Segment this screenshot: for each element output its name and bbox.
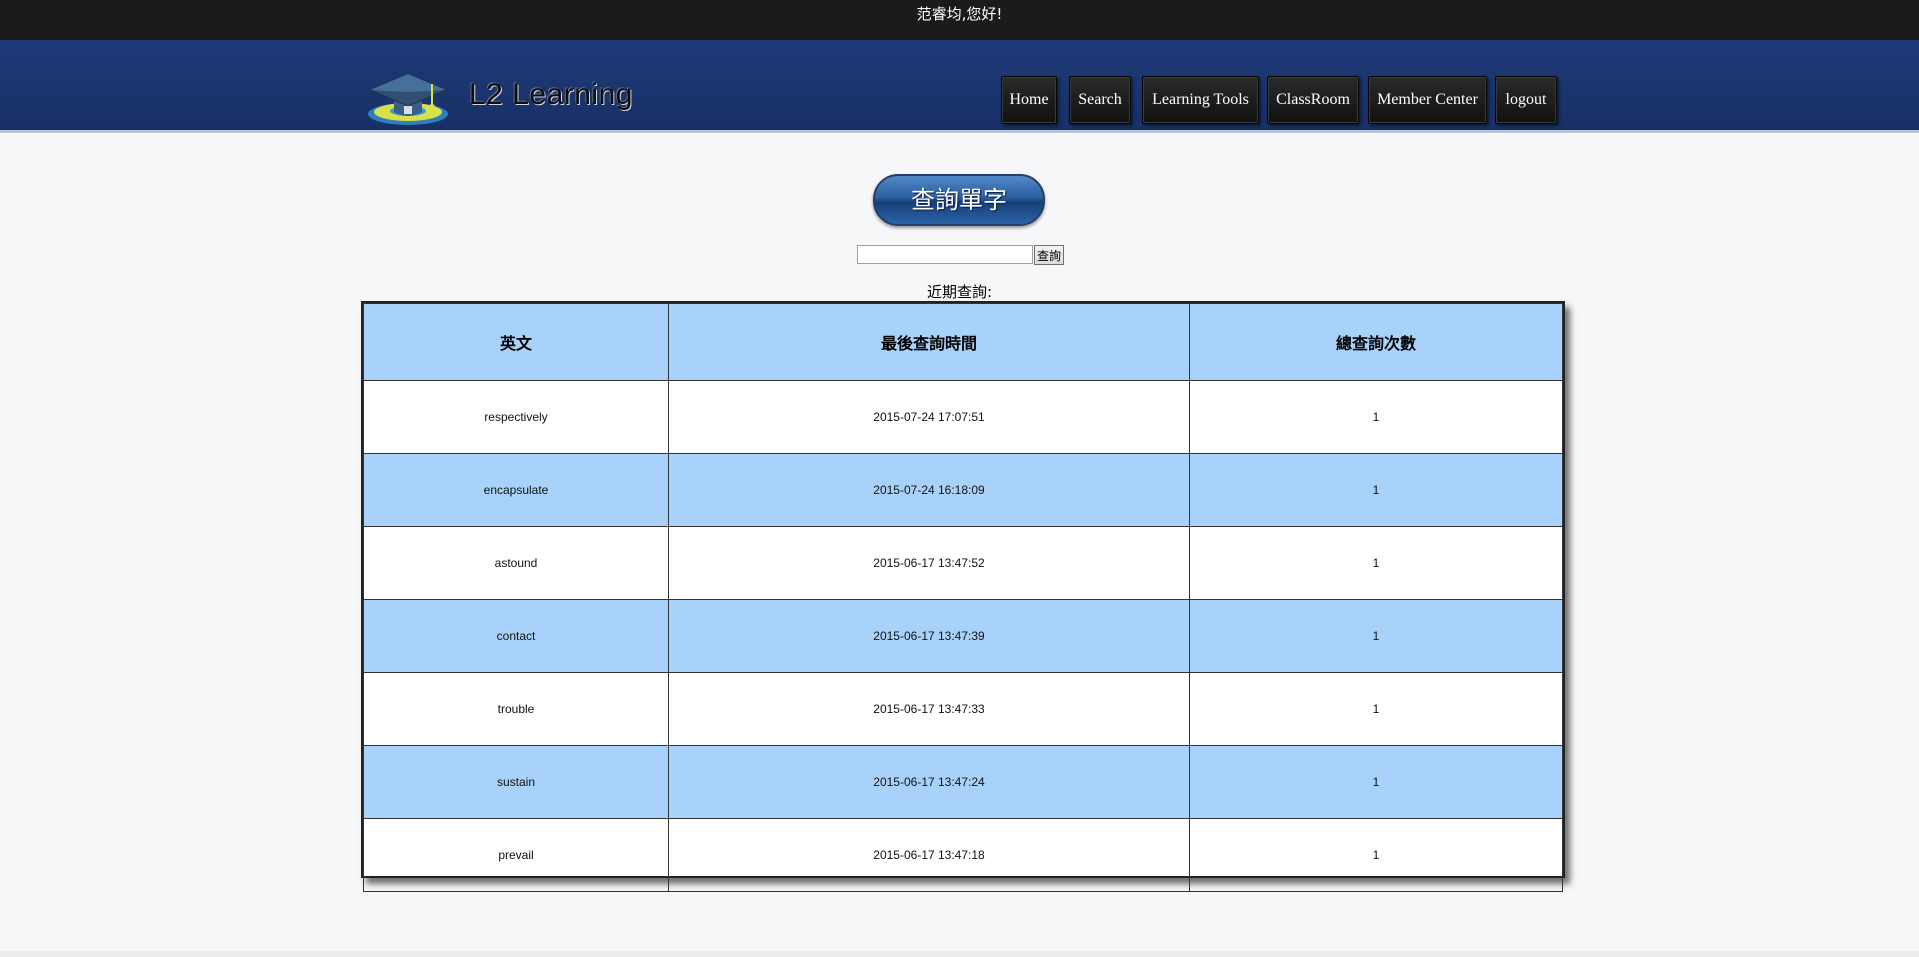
top-bar: 范睿均,您好!	[0, 0, 1919, 41]
nav-classroom[interactable]: ClassRoom	[1267, 76, 1359, 124]
cell-time: 2015-07-24 16:18:09	[668, 453, 1190, 527]
cell-english: respectively	[363, 380, 669, 454]
column-header-last-query-time: 最後查詢時間	[668, 303, 1190, 381]
nav-logout[interactable]: logout	[1495, 76, 1557, 124]
cell-time: 2015-06-17 13:47:33	[668, 672, 1190, 746]
cell-english: encapsulate	[363, 453, 669, 527]
cell-count: 1	[1189, 453, 1563, 527]
column-header-total-queries: 總查詢次數	[1189, 303, 1563, 381]
site-logo[interactable]: L2 Learning	[362, 62, 662, 128]
table-row: encapsulate 2015-07-24 16:18:09 1	[363, 453, 1563, 527]
nav-search[interactable]: Search	[1069, 76, 1131, 124]
cell-count: 1	[1189, 818, 1563, 892]
cell-time: 2015-06-17 13:47:24	[668, 745, 1190, 819]
word-search-input[interactable]	[857, 245, 1033, 264]
table-row: sustain 2015-06-17 13:47:24 1	[363, 745, 1563, 819]
cell-count: 1	[1189, 745, 1563, 819]
cell-english: astound	[363, 526, 669, 600]
cell-time: 2015-06-17 13:47:39	[668, 599, 1190, 673]
cell-time: 2015-06-17 13:47:18	[668, 818, 1190, 892]
cell-english: contact	[363, 599, 669, 673]
graduation-cap-icon	[368, 73, 448, 125]
site-header: L2 Learning Home Search Learning Tools C…	[0, 40, 1919, 133]
cell-count: 1	[1189, 526, 1563, 600]
table-row: respectively 2015-07-24 17:07:51 1	[363, 380, 1563, 454]
search-title-badge: 查詢單字	[873, 174, 1045, 226]
table-row: prevail 2015-06-17 13:47:18 1	[363, 818, 1563, 892]
search-submit-button[interactable]: 查詢	[1034, 245, 1064, 265]
table-row: trouble 2015-06-17 13:47:33 1	[363, 672, 1563, 746]
recent-queries-table: 英文 最後查詢時間 總查詢次數 respectively 2015-07-24 …	[361, 301, 1565, 892]
user-greeting: 范睿均,您好!	[916, 5, 1003, 23]
nav-learning-tools[interactable]: Learning Tools	[1142, 76, 1259, 124]
cell-time: 2015-07-24 17:07:51	[668, 380, 1190, 454]
cell-count: 1	[1189, 380, 1563, 454]
page-bottom-divider	[0, 951, 1919, 957]
table-row: astound 2015-06-17 13:47:52 1	[363, 526, 1563, 600]
cell-english: sustain	[363, 745, 669, 819]
cell-count: 1	[1189, 672, 1563, 746]
table-row: contact 2015-06-17 13:47:39 1	[363, 599, 1563, 673]
cell-time: 2015-06-17 13:47:52	[668, 526, 1190, 600]
column-header-english: 英文	[363, 303, 669, 381]
cell-english: prevail	[363, 818, 669, 892]
nav-member-center[interactable]: Member Center	[1368, 76, 1487, 124]
cell-english: trouble	[363, 672, 669, 746]
recent-queries-label: 近期查詢:	[926, 283, 993, 301]
nav-home[interactable]: Home	[1001, 76, 1057, 124]
cell-count: 1	[1189, 599, 1563, 673]
logo-text: L2 Learning	[469, 78, 633, 111]
table-header-row: 英文 最後查詢時間 總查詢次數	[363, 303, 1563, 381]
